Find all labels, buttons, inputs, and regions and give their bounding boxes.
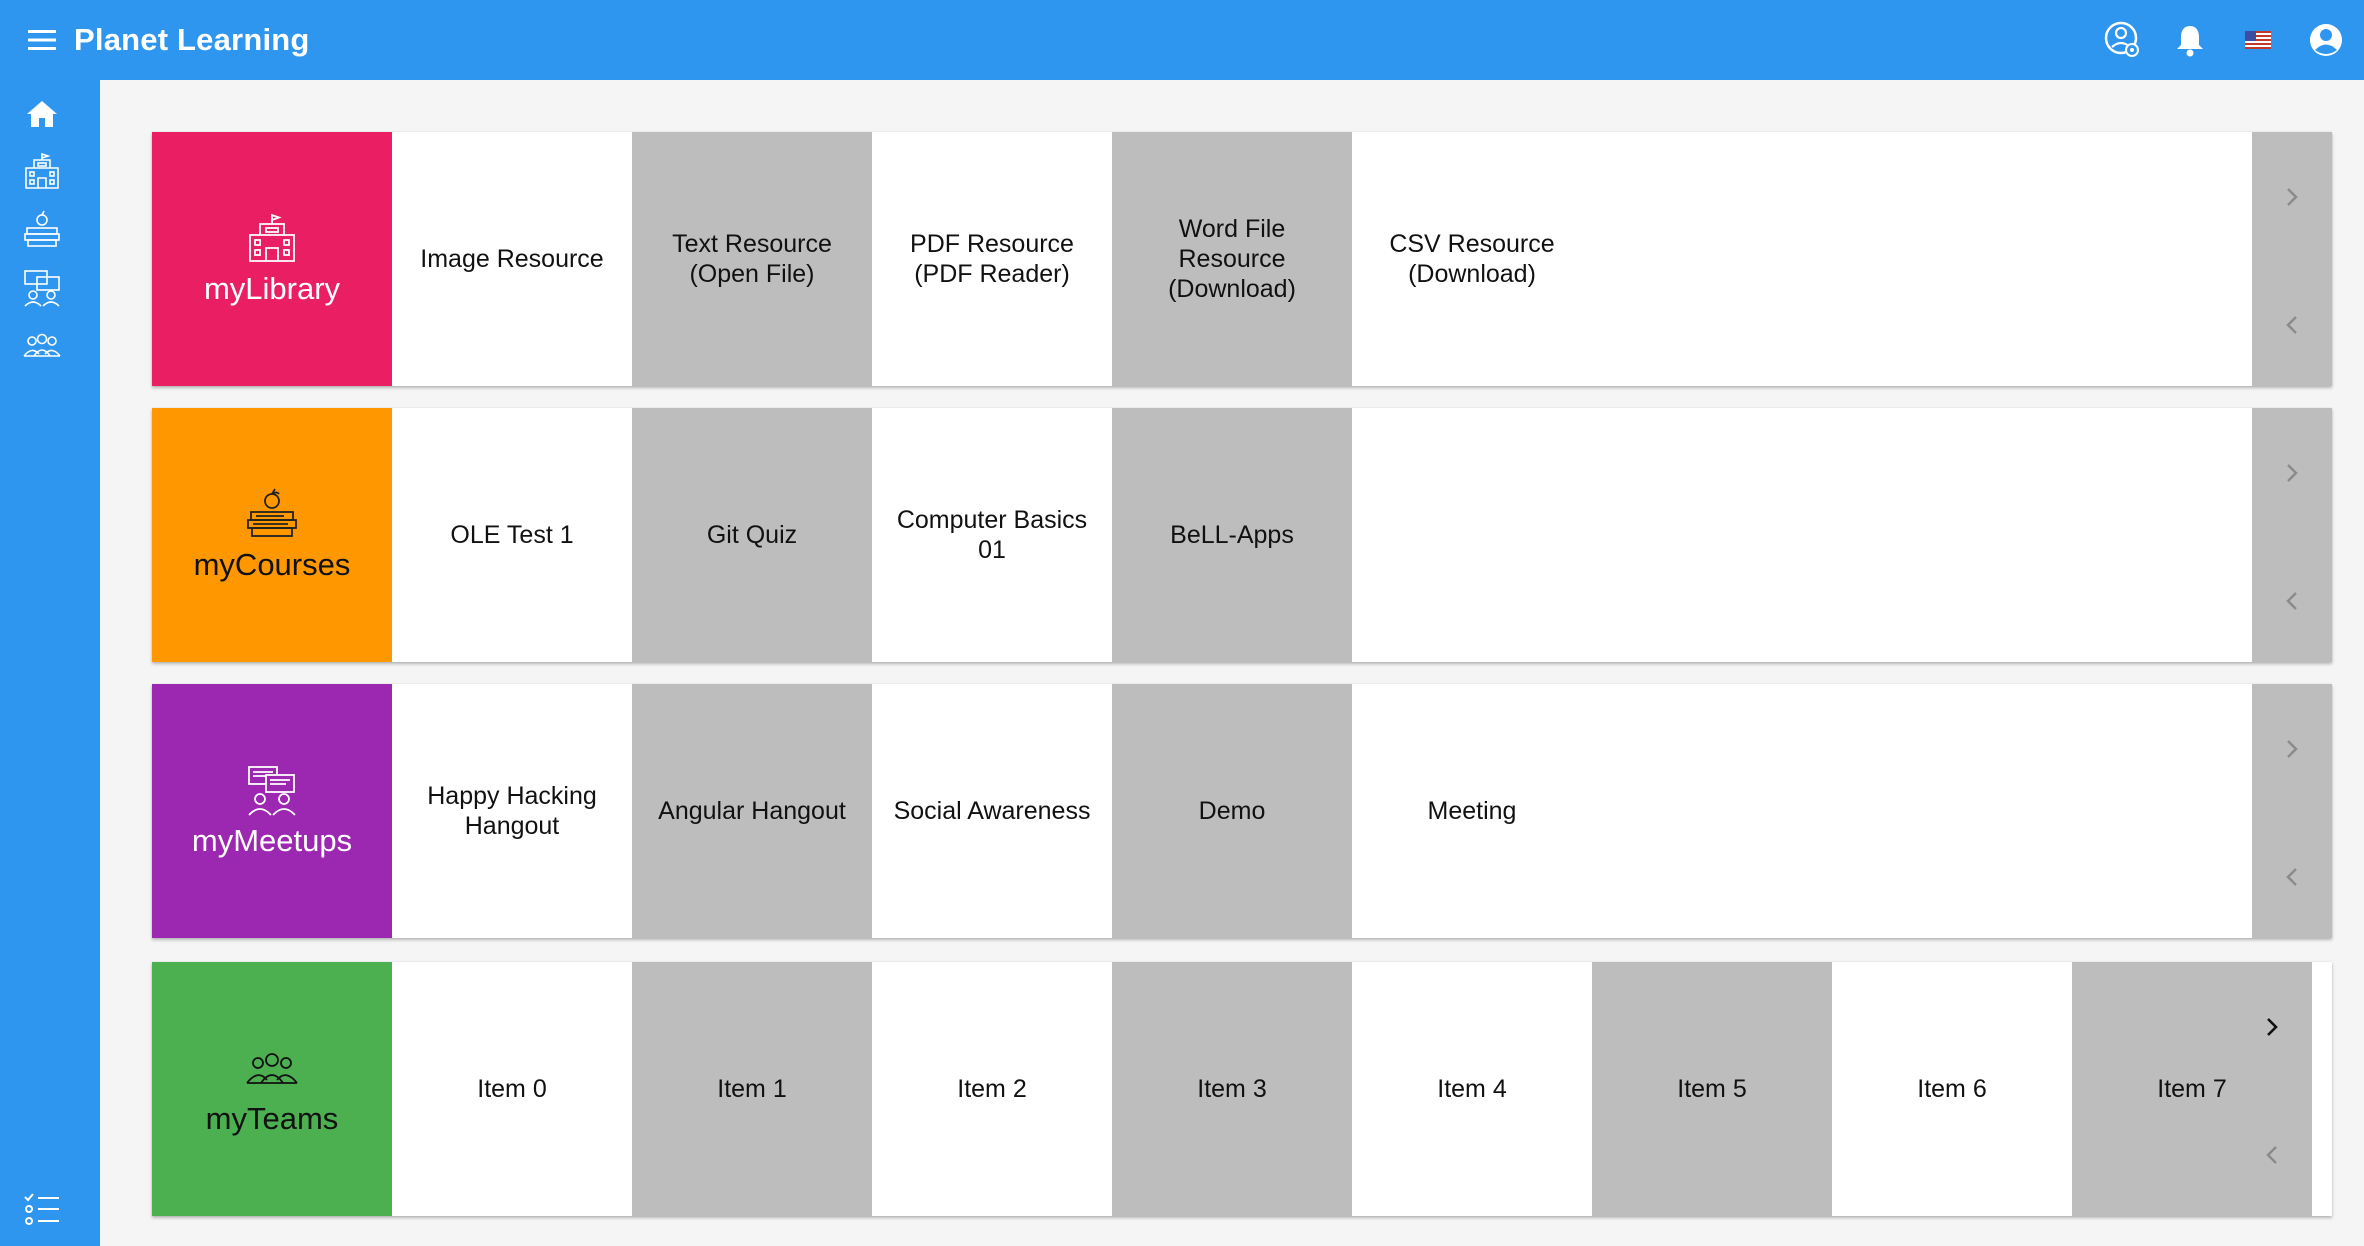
- team-item[interactable]: Item 3: [1112, 962, 1352, 1216]
- row-spacer: [1352, 408, 2252, 662]
- library-item[interactable]: CSV Resource (Download): [1352, 132, 1592, 386]
- courses-row: myCourses OLE Test 1 Git Quiz Computer B…: [152, 408, 2332, 662]
- home-icon[interactable]: [20, 92, 64, 136]
- meetups-row: myMeetups Happy Hacking Hangout Angular …: [152, 684, 2332, 938]
- library-icon: [249, 213, 295, 262]
- app-title[interactable]: Planet Learning: [74, 22, 310, 58]
- library-icon[interactable]: [20, 150, 64, 194]
- library-item[interactable]: PDF Resource (PDF Reader): [872, 132, 1112, 386]
- teams-row: myTeams Item 0 Item 1 Item 2 Item 3 Item…: [152, 962, 2332, 1216]
- courses-header[interactable]: myCourses: [152, 408, 392, 662]
- library-item[interactable]: Image Resource: [392, 132, 632, 386]
- courses-carousel-nav: [2252, 408, 2332, 662]
- meetup-item[interactable]: Happy Hacking Hangout: [392, 684, 632, 938]
- side-navigation: [0, 80, 100, 1246]
- meetup-item[interactable]: Angular Hangout: [632, 684, 872, 938]
- teams-icon: [246, 1053, 298, 1084]
- team-item[interactable]: Item 4: [1352, 962, 1592, 1216]
- course-item[interactable]: BeLL-Apps: [1112, 408, 1352, 662]
- course-item[interactable]: OLE Test 1: [392, 408, 632, 662]
- library-carousel-nav: [2252, 132, 2332, 386]
- library-item[interactable]: Text Resource (Open File): [632, 132, 872, 386]
- library-header[interactable]: myLibrary: [152, 132, 392, 386]
- us-flag-icon[interactable]: [2238, 20, 2278, 60]
- meetups-header[interactable]: myMeetups: [152, 684, 392, 938]
- library-row: myLibrary Image Resource Text Resource (…: [152, 132, 2332, 386]
- meetup-item[interactable]: Meeting: [1352, 684, 1592, 938]
- meetup-item[interactable]: Demo: [1112, 684, 1352, 938]
- chevron-right-icon[interactable]: [2257, 1012, 2287, 1042]
- teams-title: myTeams: [205, 1101, 339, 1136]
- teams-header[interactable]: myTeams: [152, 962, 392, 1216]
- courses-icon[interactable]: [20, 208, 64, 252]
- course-item[interactable]: Git Quiz: [632, 408, 872, 662]
- chevron-right-icon[interactable]: [2277, 182, 2307, 212]
- help-settings-icon[interactable]: [2102, 20, 2142, 60]
- top-toolbar: Planet Learning: [0, 0, 2364, 80]
- chevron-right-icon[interactable]: [2277, 734, 2307, 764]
- courses-icon: [247, 488, 297, 537]
- feedback-list-icon[interactable]: [20, 1188, 64, 1232]
- meetups-title: myMeetups: [191, 823, 353, 858]
- chevron-left-icon[interactable]: [2277, 586, 2307, 616]
- chevron-right-icon[interactable]: [2277, 458, 2307, 488]
- chevron-left-icon[interactable]: [2277, 862, 2307, 892]
- meetups-icon[interactable]: [20, 266, 64, 310]
- teams-icon[interactable]: [20, 324, 64, 368]
- teams-carousel-nav: [2232, 962, 2312, 1216]
- menu-icon[interactable]: [24, 22, 60, 58]
- chevron-left-icon[interactable]: [2257, 1140, 2287, 1170]
- meetups-carousel-nav: [2252, 684, 2332, 938]
- meetup-item[interactable]: Social Awareness: [872, 684, 1112, 938]
- team-item[interactable]: Item 6: [1832, 962, 2072, 1216]
- team-item[interactable]: Item 0: [392, 962, 632, 1216]
- meetups-icon: [248, 766, 296, 816]
- row-spacer: [1592, 684, 2252, 938]
- team-item[interactable]: Item 2: [872, 962, 1112, 1216]
- chevron-left-icon[interactable]: [2277, 310, 2307, 340]
- bell-icon[interactable]: [2170, 20, 2210, 60]
- team-item[interactable]: Item 1: [632, 962, 872, 1216]
- row-spacer: [1592, 132, 2252, 386]
- dashboard-main: myLibrary Image Resource Text Resource (…: [100, 80, 2364, 1246]
- course-item[interactable]: Computer Basics 01: [872, 408, 1112, 662]
- account-circle-icon[interactable]: [2306, 20, 2346, 60]
- library-item[interactable]: Word File Resource (Download): [1112, 132, 1352, 386]
- library-title: myLibrary: [203, 271, 341, 306]
- team-item[interactable]: Item 5: [1592, 962, 1832, 1216]
- courses-title: myCourses: [193, 547, 351, 582]
